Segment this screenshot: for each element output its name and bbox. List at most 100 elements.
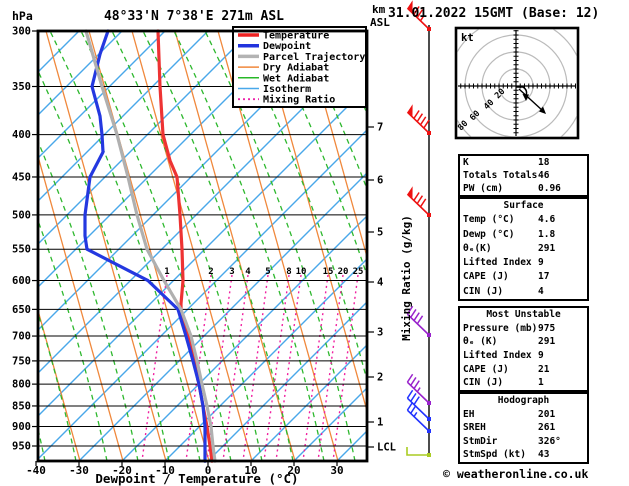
pressure-tick-label: 350 — [12, 81, 31, 93]
legend-label: Dewpoint — [263, 40, 311, 52]
legend: TemperatureDewpointParcel TrajectoryDry … — [232, 26, 367, 108]
table-header: Hodograph — [497, 395, 550, 406]
stat-label: θₑ (K) — [463, 336, 498, 348]
stat-label: StmSpd (kt) — [463, 449, 526, 461]
datetime-label: 31.01.2022 15GMT (Base: 12) — [388, 6, 599, 21]
km-tick-label: 6 — [377, 175, 383, 187]
mixing-ratio-value: 20 — [338, 267, 349, 277]
stat-value: 4 — [538, 285, 544, 297]
pressure-axis: 300 350 400 450 500 550 600 650 700 750 800 850 900 9… — [12, 26, 38, 453]
stat-value: 326° — [538, 435, 561, 447]
pressure-tick-label: 600 — [12, 275, 31, 287]
stat-value: 1.8 — [538, 228, 556, 240]
mixing-ratio-value: 8 — [286, 267, 291, 277]
stat-value: 261 — [538, 422, 556, 434]
mixing-ratio-value: 25 — [353, 267, 364, 277]
stat-row: CAPE (J) 21 — [460, 363, 587, 377]
stat-label: SREH — [463, 422, 486, 434]
wind-barb — [406, 186, 431, 217]
pressure-unit-label: hPa — [12, 9, 33, 23]
pressure-tick-label: 700 — [12, 331, 31, 343]
mixing-ratio-value: 15 — [323, 267, 334, 277]
credit-footer: © weatheronline.co.uk — [443, 467, 589, 481]
mixing-ratio-value: 3 — [229, 267, 234, 277]
stat-label: CAPE (J) — [463, 271, 509, 283]
pressure-tick-label: 550 — [12, 244, 31, 256]
stat-label: Temp (°C) — [463, 214, 515, 226]
stat-value: 21 — [538, 363, 550, 375]
stat-row: SREH 261 — [460, 421, 587, 435]
most-unstable-table: Most Unstable Pressure (mb) 975 θₑ (K) 291 Li… — [458, 306, 589, 393]
pressure-tick-label: 950 — [12, 441, 31, 453]
stat-value: 18 — [538, 157, 550, 168]
stat-value: 46 — [538, 170, 550, 181]
km-tick-label: 4 — [377, 277, 383, 289]
pressure-tick-label: 450 — [12, 171, 31, 183]
stat-value: 17 — [538, 271, 550, 283]
stat-value: 9 — [538, 257, 544, 269]
pressure-tick-label: 300 — [12, 26, 31, 38]
temp-tick-label: 30 — [330, 464, 343, 477]
stat-value: 201 — [538, 408, 556, 420]
mixing-ratio-value: 4 — [245, 267, 251, 277]
km-tick-label: LCL — [377, 442, 396, 454]
pressure-tick-label: 900 — [12, 421, 31, 433]
pressure-tick-label: 500 — [12, 209, 31, 221]
stat-row: θₑ(K) 291 — [460, 242, 587, 256]
stat-value: 291 — [538, 336, 556, 348]
stat-row: PW (cm) 0.96 — [460, 182, 587, 195]
stat-label: StmDir — [463, 435, 498, 447]
stat-value: 43 — [538, 449, 550, 461]
legend-label: Dry Adiabat — [263, 62, 329, 74]
mixing-ratio-value: 1 — [164, 267, 169, 277]
stat-row: StmDir 326° — [460, 435, 587, 449]
stat-value: 4.6 — [538, 214, 556, 226]
km-tick-label: 2 — [377, 372, 383, 384]
stat-row: Totals Totals 46 — [460, 169, 587, 182]
stat-label: Dewp (°C) — [463, 228, 515, 240]
stat-row: Lifted Index 9 — [460, 349, 587, 363]
stat-value: 9 — [538, 350, 544, 362]
stat-row: Pressure (mb) 975 — [460, 322, 587, 336]
km-tick-label: 3 — [377, 327, 383, 339]
stat-value: 0.96 — [538, 183, 561, 194]
stat-value: 291 — [538, 242, 556, 254]
stat-label: CIN (J) — [463, 377, 504, 389]
skewt-sounding-app: 1 2 3 4 5 8 10 15 20 25 Temperature Dewpoint Parcel … — [0, 0, 629, 486]
mixing-ratio-value: 2 — [208, 267, 213, 277]
pressure-tick-label: 850 — [12, 400, 31, 412]
km-axis: 7 6 5 4 3 2 1 LCL — [367, 122, 396, 454]
stat-label: θₑ(K) — [463, 242, 492, 254]
mixing-ratio-value: 5 — [265, 267, 270, 277]
stat-value: 975 — [538, 322, 556, 334]
km-tick-label: 5 — [377, 227, 383, 239]
alt-unit-km: km — [372, 3, 386, 16]
chart-title: 48°33'N 7°38'E 271m ASL — [104, 9, 284, 24]
mixing-ratio-axis-label: Mixing Ratio (g/kg) — [400, 215, 413, 341]
stat-row: K 18 — [460, 156, 587, 169]
stat-row: CIN (J) 1 — [460, 376, 587, 390]
legend-label: Wet Adiabat — [263, 72, 329, 84]
indices-table: K 18 Totals Totals 46 PW (cm) 0.96 — [458, 154, 589, 197]
stat-label: Lifted Index — [463, 257, 532, 269]
stat-value: 1 — [538, 377, 544, 389]
hodograph-unit-label: kt — [461, 32, 474, 44]
table-header: Surface — [503, 200, 544, 211]
pressure-tick-label: 400 — [12, 129, 31, 141]
mixing-ratio-value: 10 — [296, 267, 307, 277]
stat-row: Temp (°C) 4.6 — [460, 213, 587, 227]
stat-label: CAPE (J) — [463, 363, 509, 375]
stat-row: CIN (J) 4 — [460, 285, 587, 299]
stat-row: StmSpd (kt) 43 — [460, 448, 587, 462]
wind-barb — [406, 104, 431, 135]
wind-barb — [406, 447, 431, 457]
pressure-tick-label: 650 — [12, 304, 31, 316]
stat-row: EH 201 — [460, 408, 587, 422]
stat-label: K — [463, 157, 469, 168]
stat-row: θₑ (K) 291 — [460, 335, 587, 349]
temp-tick-label: -40 — [26, 464, 46, 477]
stat-row: Dewp (°C) 1.8 — [460, 228, 587, 242]
legend-label: Parcel Trajectory — [263, 51, 365, 63]
stat-label: Pressure (mb) — [463, 322, 538, 334]
surface-table: Surface Temp (°C) 4.6 Dewp (°C) 1.8 θₑ(K) 291 L… — [458, 197, 589, 302]
